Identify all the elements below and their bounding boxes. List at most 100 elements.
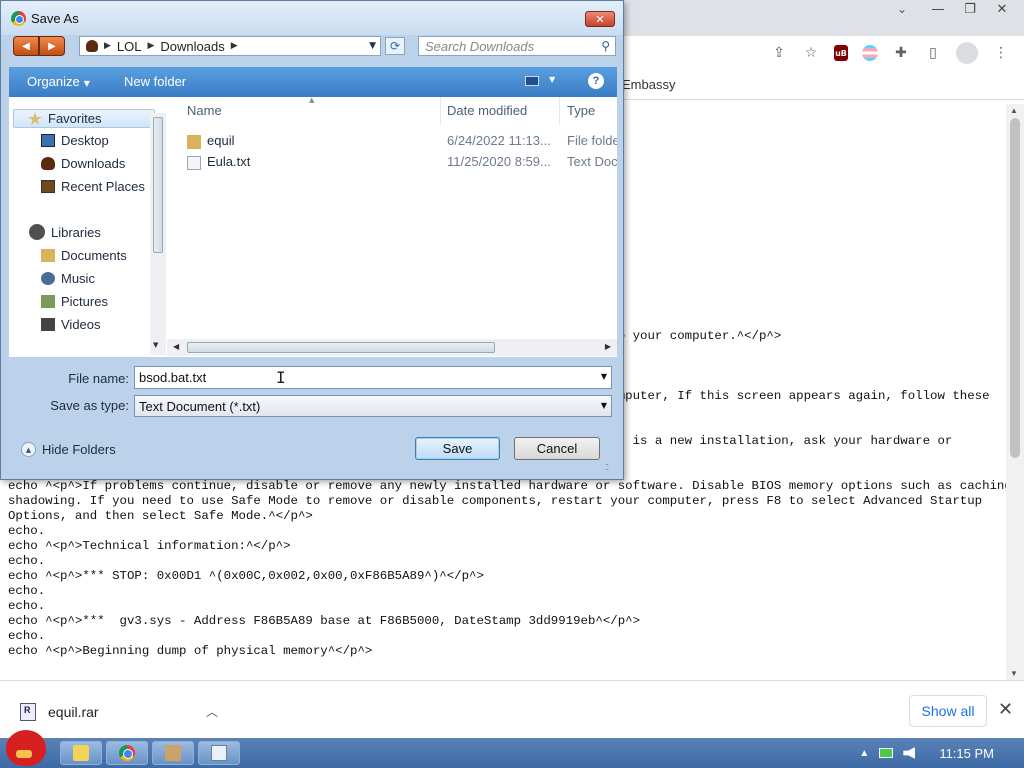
- show-all-button[interactable]: Show all: [909, 695, 987, 727]
- file-row-eula[interactable]: Eula.txt 11/25/2020 8:59... Text Documen…: [183, 153, 617, 173]
- download-options-chevron-icon[interactable]: ︿: [206, 703, 218, 720]
- side-panel-icon[interactable]: ▯: [924, 44, 942, 62]
- organize-caret-icon: ▼: [83, 79, 90, 88]
- nav-scroll-thumb[interactable]: [153, 117, 163, 253]
- text-cursor-icon: I: [276, 368, 286, 387]
- taskbar-notepad-button[interactable]: [198, 741, 240, 765]
- nav-music[interactable]: Music: [41, 271, 95, 286]
- column-divider[interactable]: [440, 97, 441, 125]
- dialog-close-button[interactable]: ✕: [585, 11, 615, 27]
- command-bar: Organize ▼ New folder ▼ ?: [9, 67, 617, 97]
- save-as-dialog: Save As ✕ ◀ ▶ ▶ LOL ▶ Downloads ▶ ▼ ⟳ ⚲ …: [0, 0, 624, 480]
- nav-recent-places-label: Recent Places: [61, 179, 145, 194]
- ublock-extension-icon[interactable]: uB: [834, 45, 848, 61]
- column-divider[interactable]: [559, 97, 560, 125]
- folder-icon: [73, 745, 89, 761]
- new-folder-button[interactable]: New folder: [124, 74, 186, 89]
- save-type-dropdown-icon[interactable]: ▼: [601, 401, 607, 410]
- nav-videos[interactable]: Videos: [41, 317, 101, 332]
- pictures-icon: [41, 295, 55, 308]
- breadcrumb-separator-icon[interactable]: ▶: [231, 41, 238, 51]
- nav-downloads[interactable]: Downloads: [41, 156, 125, 171]
- tab-search-chevron-icon[interactable]: ⌄: [882, 2, 922, 16]
- refresh-button[interactable]: ⟳: [385, 37, 405, 55]
- view-options-caret-icon[interactable]: ▼: [549, 75, 555, 84]
- search-box[interactable]: ⚲: [418, 36, 616, 56]
- libraries-icon: [29, 224, 45, 240]
- close-window-button[interactable]: ✕: [986, 2, 1018, 17]
- rar-file-icon: [20, 703, 36, 721]
- nav-pictures[interactable]: Pictures: [41, 294, 108, 309]
- breadcrumb-lol[interactable]: LOL: [117, 39, 142, 54]
- nav-documents[interactable]: Documents: [41, 248, 127, 263]
- videos-icon: [41, 318, 55, 331]
- nav-videos-label: Videos: [61, 317, 101, 332]
- network-icon[interactable]: [879, 748, 894, 758]
- breadcrumb-separator-icon[interactable]: ▶: [148, 41, 155, 51]
- scroll-down-arrow-icon[interactable]: ▼: [1010, 669, 1018, 678]
- volume-icon[interactable]: [903, 747, 916, 759]
- taskbar-archive-button[interactable]: [152, 741, 194, 765]
- start-button[interactable]: [0, 730, 50, 768]
- menu-kebab-icon[interactable]: ⋮: [992, 44, 1010, 62]
- hide-folders-toggle[interactable]: ▲ Hide Folders: [21, 442, 116, 457]
- help-icon[interactable]: ?: [588, 73, 604, 89]
- dialog-title-bar[interactable]: Save As ✕: [1, 1, 623, 35]
- change-view-icon[interactable]: [525, 76, 539, 86]
- search-input[interactable]: [419, 37, 589, 55]
- restore-button[interactable]: ❐: [954, 2, 986, 17]
- show-hidden-icons-icon[interactable]: ▲: [859, 748, 869, 759]
- horizontal-scroll-thumb[interactable]: [187, 342, 495, 353]
- column-header-date-modified[interactable]: Date modified: [447, 103, 527, 118]
- cancel-button[interactable]: Cancel: [514, 437, 600, 460]
- column-header-name[interactable]: Name: [187, 103, 222, 118]
- scroll-left-arrow-icon[interactable]: ◀: [173, 342, 179, 351]
- download-item[interactable]: equil.rar: [20, 703, 99, 721]
- scroll-down-arrow-icon[interactable]: ▼: [153, 341, 158, 349]
- share-icon[interactable]: ⇪: [770, 44, 788, 62]
- file-name: equil: [207, 133, 235, 148]
- scroll-up-arrow-icon[interactable]: ▲: [1010, 106, 1018, 115]
- page-scroll-thumb[interactable]: [1010, 118, 1020, 458]
- nav-favorites[interactable]: Favorites: [13, 109, 155, 128]
- extensions-puzzle-icon[interactable]: ✚: [892, 44, 910, 62]
- nav-downloads-label: Downloads: [61, 156, 126, 171]
- save-button[interactable]: Save: [415, 437, 500, 460]
- address-bar[interactable]: ▶ LOL ▶ Downloads ▶ ▼: [79, 36, 381, 56]
- bookmark-star-icon[interactable]: ☆: [802, 44, 820, 62]
- back-arrow-icon[interactable]: ◀: [13, 36, 39, 56]
- file-row-equil[interactable]: equil 6/24/2022 11:13... File folder: [183, 132, 617, 152]
- organize-menu[interactable]: Organize ▼: [27, 74, 90, 89]
- address-history-dropdown-icon[interactable]: ▼: [369, 41, 376, 51]
- bookmark-item[interactable]: Embassy: [622, 77, 675, 92]
- forward-arrow-icon[interactable]: ▶: [39, 36, 65, 56]
- taskbar-explorer-button[interactable]: [60, 741, 102, 765]
- clock[interactable]: 11:15 PM: [939, 746, 994, 761]
- resize-grip-icon[interactable]: ⁚⁚: [605, 463, 609, 472]
- nav-documents-label: Documents: [61, 248, 127, 263]
- profile-avatar[interactable]: [956, 42, 978, 64]
- nav-desktop[interactable]: Desktop: [41, 133, 109, 148]
- minimize-button[interactable]: —: [922, 2, 954, 17]
- nav-pane-scrollbar[interactable]: ▼: [150, 113, 166, 355]
- file-list-horizontal-scrollbar[interactable]: ◀ ▶: [167, 339, 617, 356]
- nav-libraries[interactable]: Libraries: [29, 224, 101, 240]
- file-name-input[interactable]: [135, 367, 585, 388]
- column-header-type[interactable]: Type: [567, 103, 595, 118]
- file-name: Eula.txt: [207, 154, 251, 169]
- taskbar: ▲ 11:15 PM: [0, 730, 1024, 768]
- search-icon[interactable]: ⚲: [601, 39, 610, 53]
- file-name-combobox[interactable]: ▼: [134, 366, 612, 389]
- page-scrollbar[interactable]: ▲ ▼: [1006, 104, 1024, 680]
- file-name-dropdown-icon[interactable]: ▼: [601, 372, 607, 381]
- save-as-type-label: Save as type:: [50, 398, 129, 413]
- breadcrumb-separator-icon[interactable]: ▶: [104, 41, 111, 51]
- nav-desktop-label: Desktop: [61, 133, 109, 148]
- scroll-right-arrow-icon[interactable]: ▶: [605, 342, 611, 351]
- nav-recent-places[interactable]: Recent Places: [41, 179, 145, 194]
- flag-extension-icon[interactable]: [862, 45, 878, 61]
- save-as-type-select[interactable]: Text Document (*.txt) ▼: [134, 395, 612, 417]
- breadcrumb-downloads[interactable]: Downloads: [160, 39, 224, 54]
- close-downloads-bar-icon[interactable]: ✕: [998, 699, 1013, 720]
- taskbar-chrome-button[interactable]: [106, 741, 148, 765]
